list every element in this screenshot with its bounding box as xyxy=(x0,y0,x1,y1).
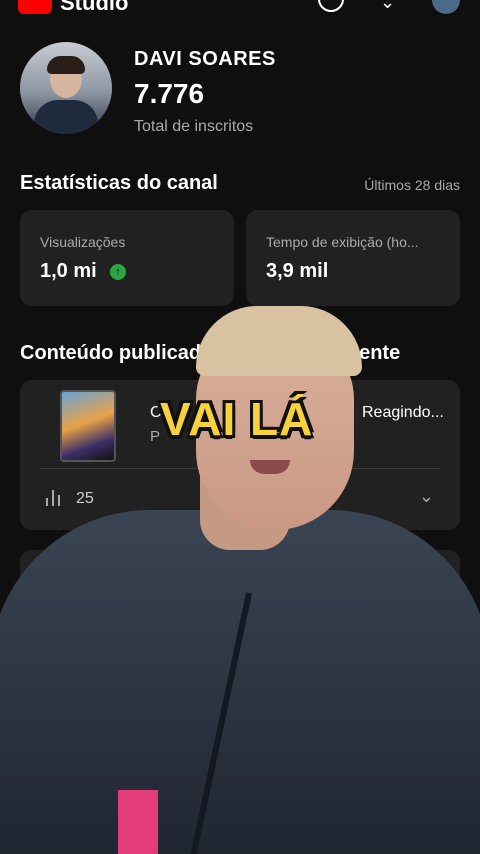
watch-time-card[interactable]: Tempo de exibição (ho... 3,9 mil xyxy=(246,210,460,306)
help-icon[interactable] xyxy=(318,0,344,12)
top-bar: Studio ⌄ xyxy=(0,0,480,16)
app-name: Studio xyxy=(60,0,129,15)
subscriber-count: 7.776 xyxy=(134,78,205,109)
channel-stats-title: Estatísticas do canal xyxy=(20,172,218,194)
subscriber-label: Total de inscritos xyxy=(134,118,254,135)
filter-icon[interactable]: ⌄ xyxy=(380,0,395,12)
cap xyxy=(196,306,362,376)
channel-profile: DAVI SOARES 7.776 Total de inscritos xyxy=(20,42,460,142)
watch-time-label: Tempo de exibição (ho... xyxy=(266,234,419,250)
youtube-logo-icon[interactable] xyxy=(18,0,52,14)
pink-shirt xyxy=(118,790,158,854)
creator-video-overlay xyxy=(0,300,480,854)
views-card[interactable]: Visualizações 1,0 mi ↑ xyxy=(20,210,234,306)
channel-avatar[interactable] xyxy=(20,42,112,134)
caption-text: VAI LÁ xyxy=(160,393,314,445)
channel-name: DAVI SOARES xyxy=(134,48,276,70)
views-label: Visualizações xyxy=(40,234,126,250)
trend-up-icon: ↑ xyxy=(110,264,126,280)
account-avatar[interactable] xyxy=(432,0,460,14)
stats-period[interactable]: Últimos 28 dias xyxy=(364,177,460,193)
watch-time-value: 3,9 mil xyxy=(266,260,329,282)
views-value: 1,0 mi xyxy=(40,260,97,282)
jacket xyxy=(0,510,480,854)
